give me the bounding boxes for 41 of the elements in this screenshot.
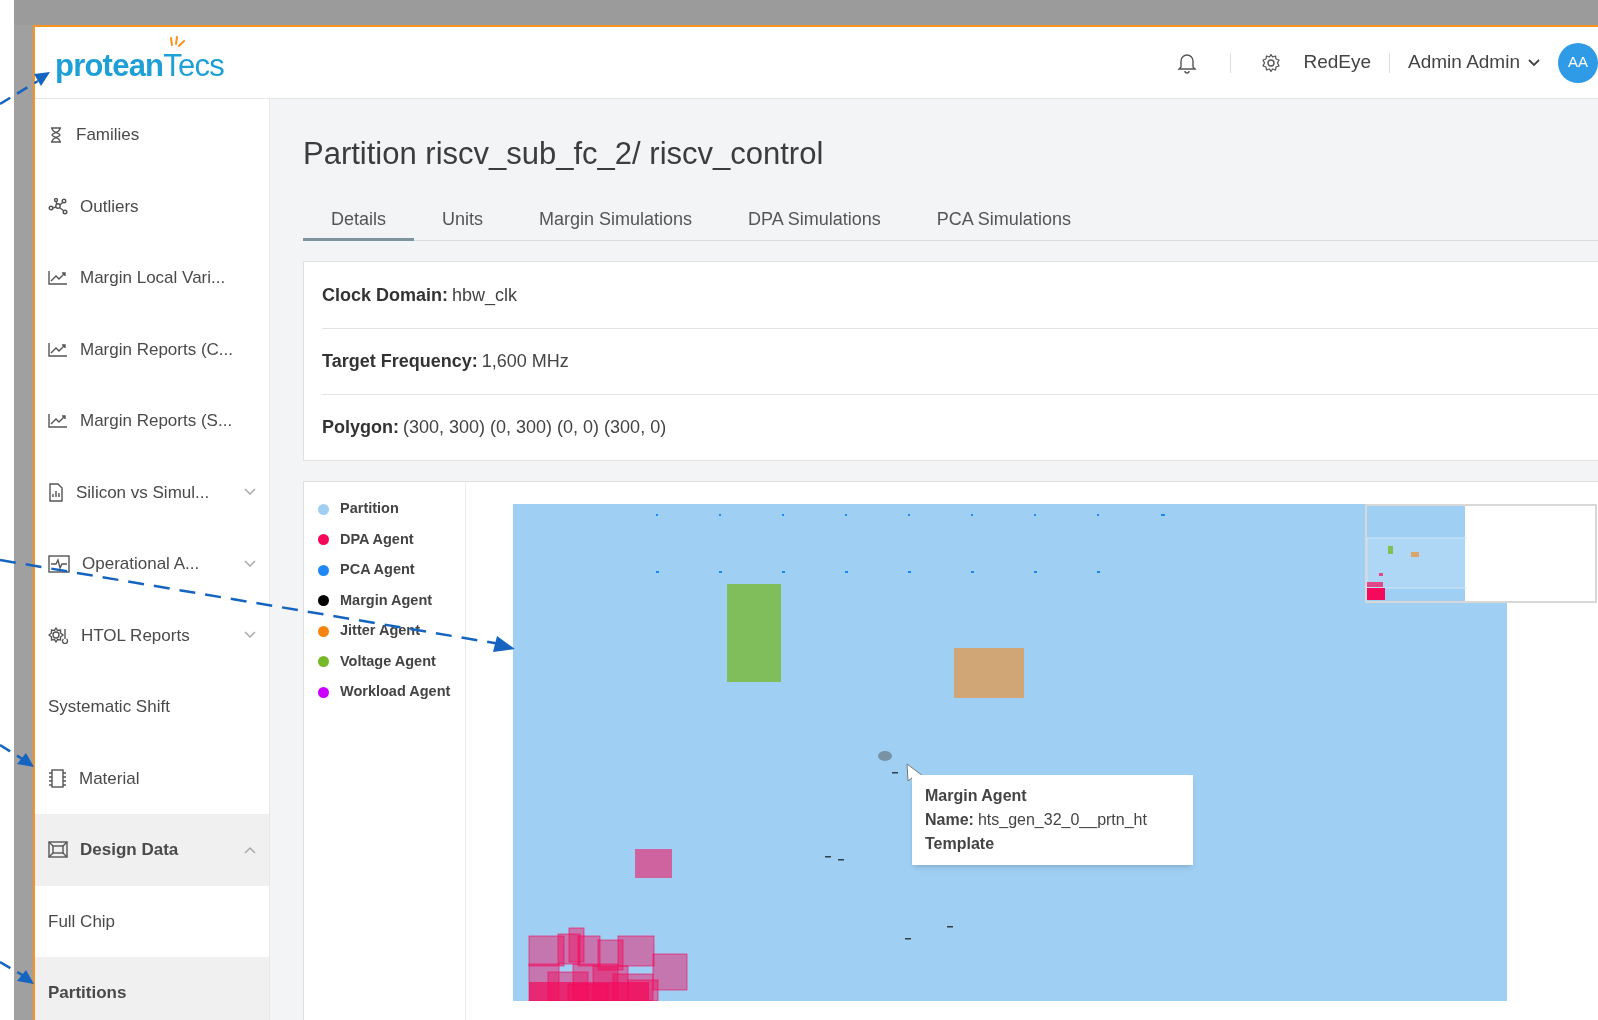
annotation-arrow — [0, 743, 34, 767]
tab[interactable]: DPA Simulations — [720, 201, 909, 241]
detail-row: Polygon: (300, 300) (0, 300) (0, 0) (300, 0) — [322, 394, 1598, 460]
tooltip-title: Margin Agent — [925, 786, 1028, 806]
legend-label[interactable]: PCA Agent — [340, 559, 415, 582]
legend-label[interactable]: Workload Agent — [340, 681, 451, 704]
sidebar-item[interactable]: Partitions — [35, 957, 269, 1020]
legend-label[interactable]: Margin Agent — [340, 589, 433, 612]
chart-icon — [48, 340, 68, 358]
tooltip-footer: Template — [925, 832, 1180, 856]
legend-label[interactable]: Jitter Agent — [340, 620, 421, 643]
chevron-down-icon — [1528, 58, 1540, 67]
tab[interactable]: PCA Simulations — [908, 201, 1099, 241]
sparks-icon — [168, 36, 186, 48]
chart-icon — [48, 412, 68, 430]
annotation-arrow — [0, 960, 34, 984]
tooltip-name: Name: hts_gen_32_0__prtn_ht — [925, 810, 1148, 831]
detail-row: Target Frequency: 1,600 MHz — [322, 328, 1598, 394]
pulse-icon — [48, 554, 70, 573]
user-menu[interactable]: Admin Admin — [1408, 48, 1540, 77]
bell-icon[interactable] — [1177, 51, 1198, 74]
annotation-arrow — [0, 72, 50, 106]
settings-icon[interactable] — [1261, 52, 1282, 73]
chart-icon — [48, 269, 68, 287]
workspace-name: RedEye — [1303, 50, 1372, 75]
tab[interactable]: Units — [414, 201, 512, 241]
sidebar-item[interactable]: Design Data — [35, 814, 269, 886]
gear-icon — [48, 626, 69, 645]
tab[interactable]: Margin Simulations — [511, 201, 721, 241]
legend-label[interactable]: Partition — [340, 498, 399, 521]
frame-icon — [48, 840, 68, 860]
legend-label[interactable]: Voltage Agent — [340, 650, 436, 673]
logo: proteanTecs — [55, 50, 224, 81]
legend-label[interactable]: DPA Agent — [340, 528, 414, 551]
document-icon — [48, 482, 64, 502]
chip-icon — [48, 768, 67, 788]
hourglass-icon — [48, 125, 64, 144]
detail-row-text: Clock Domain: hbw_clk — [322, 283, 519, 308]
tab[interactable]: Details — [303, 201, 415, 241]
page-title: Partition riscv_sub_fc_2/ riscv_control — [303, 135, 825, 173]
nodes-icon — [48, 197, 68, 215]
